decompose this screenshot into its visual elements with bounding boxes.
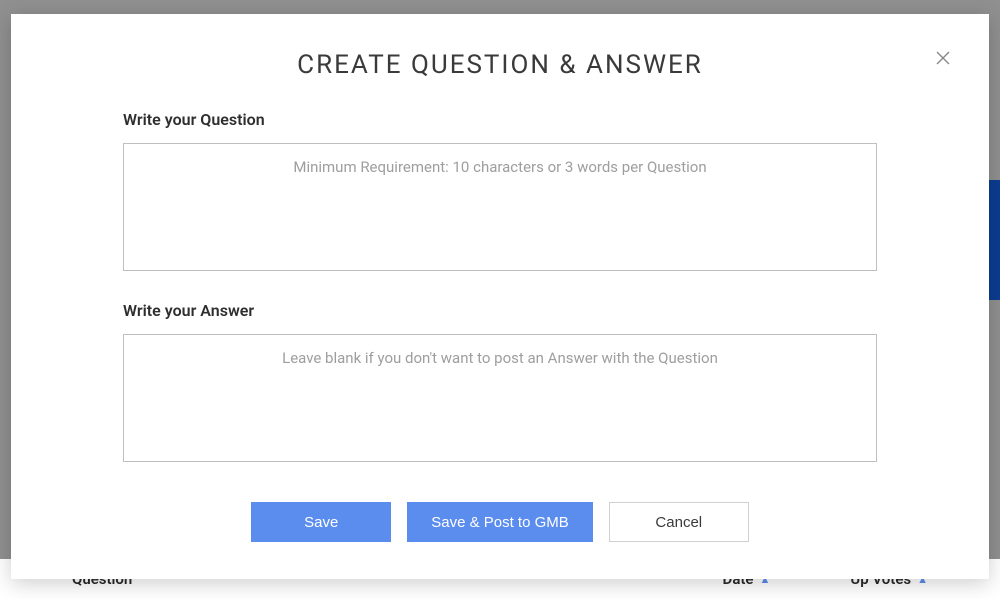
button-row: Save Save & Post to GMB Cancel	[51, 502, 949, 542]
save-post-gmb-button[interactable]: Save & Post to GMB	[407, 502, 593, 542]
create-qa-modal: CREATE QUESTION & ANSWER Write your Ques…	[11, 14, 989, 579]
form-section: Write your Question Write your Answer	[51, 110, 949, 466]
question-label: Write your Question	[123, 110, 877, 129]
close-button[interactable]	[929, 44, 957, 72]
answer-input[interactable]	[123, 334, 877, 462]
modal-title: CREATE QUESTION & ANSWER	[51, 50, 949, 80]
answer-label: Write your Answer	[123, 301, 877, 320]
close-icon	[935, 50, 951, 66]
save-button[interactable]: Save	[251, 502, 391, 542]
question-input[interactable]	[123, 143, 877, 271]
cancel-button[interactable]: Cancel	[609, 502, 749, 542]
modal-header: CREATE QUESTION & ANSWER	[51, 50, 949, 80]
